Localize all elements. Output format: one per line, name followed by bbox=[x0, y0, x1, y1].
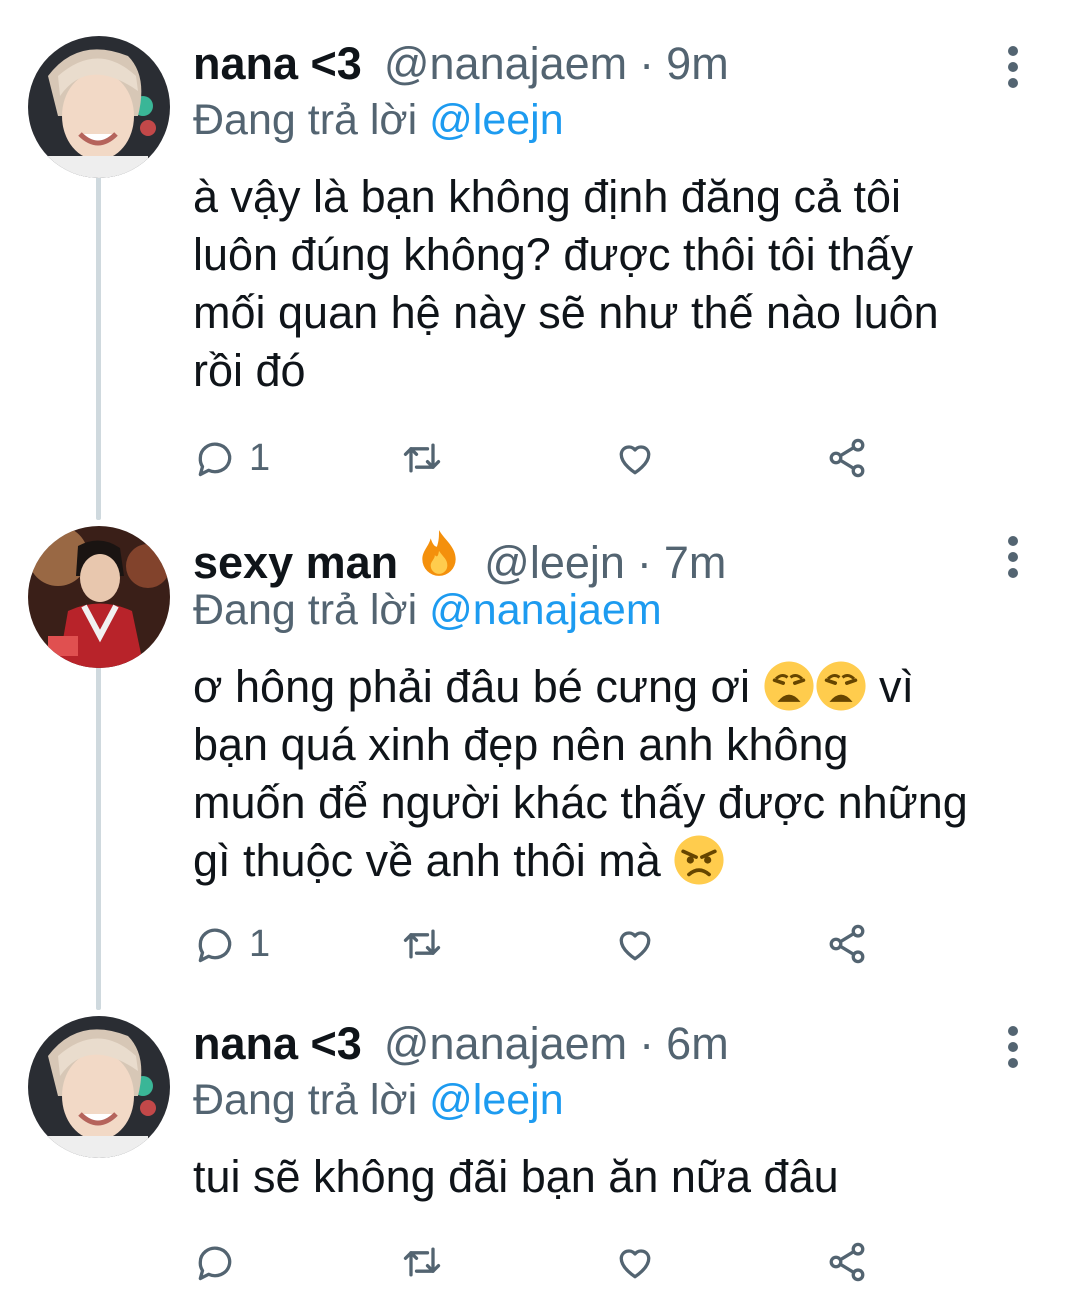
retweet-icon bbox=[403, 443, 441, 473]
tweet-text: tui sẽ không đãi bạn ăn nữa đâu bbox=[193, 1148, 1033, 1206]
tweet-actions bbox=[193, 1236, 893, 1288]
reply-count: 1 bbox=[249, 436, 271, 479]
reply-prefix: Đang trả lời bbox=[193, 586, 418, 634]
angry-face-emoji bbox=[673, 834, 725, 886]
thread-connector bbox=[96, 665, 101, 1010]
reply-icon bbox=[198, 928, 232, 963]
share-button[interactable] bbox=[825, 1236, 869, 1288]
weary-face-emoji bbox=[763, 660, 815, 712]
tweet-text: à vậy là bạn không định đăng cả tôi luôn… bbox=[193, 168, 1033, 400]
reply-icon bbox=[198, 1246, 232, 1281]
tweet-text-line: ơ hông phải đâu bé cưng ơi vì bbox=[193, 658, 1033, 716]
separator-dot: · bbox=[636, 537, 652, 588]
reply-context: Đang trả lời @leejn bbox=[193, 1076, 564, 1125]
tweet-text-line: luôn đúng không? được thôi tôi thấy bbox=[193, 229, 914, 280]
tweet-actions: 1 bbox=[193, 918, 893, 970]
like-button[interactable] bbox=[613, 432, 657, 484]
tweet-text-line: gì thuộc về anh thôi mà bbox=[193, 832, 1033, 890]
tweet-text-line: rồi đó bbox=[193, 345, 306, 396]
retweet-button[interactable] bbox=[400, 1236, 444, 1288]
like-icon bbox=[619, 931, 651, 961]
tweet-text-line: tui sẽ không đãi bạn ăn nữa đâu bbox=[193, 1151, 839, 1202]
tweet-text: ơ hông phải đâu bé cưng ơi vì bạn quá xi… bbox=[193, 658, 1033, 890]
retweet-button[interactable] bbox=[400, 432, 444, 484]
tweet-text-line: bạn quá xinh đẹp nên anh không bbox=[193, 719, 849, 770]
reply-prefix: Đang trả lời bbox=[193, 96, 418, 144]
weary-face-emoji bbox=[815, 660, 867, 712]
avatar[interactable] bbox=[28, 526, 170, 668]
display-name[interactable]: nana <3 bbox=[193, 1018, 362, 1070]
reply-prefix: Đang trả lời bbox=[193, 1076, 418, 1124]
user-handle[interactable]: @nanajaem bbox=[384, 1018, 627, 1070]
reply-button[interactable]: 1 bbox=[193, 918, 270, 970]
share-icon bbox=[829, 438, 865, 478]
timestamp[interactable]: 6m bbox=[666, 1018, 729, 1070]
share-icon bbox=[829, 924, 865, 964]
reply-button[interactable] bbox=[193, 1236, 249, 1288]
timestamp[interactable]: 7m bbox=[664, 537, 727, 589]
separator-dot: · bbox=[639, 1018, 655, 1069]
reply-context: Đang trả lời @leejn bbox=[193, 96, 564, 145]
tweet-text-segment: vì bbox=[866, 661, 915, 712]
reply-icon bbox=[198, 442, 232, 477]
avatar[interactable] bbox=[28, 1016, 170, 1158]
reply-mention-link[interactable]: @leejn bbox=[429, 1076, 564, 1124]
like-icon bbox=[619, 445, 651, 475]
retweet-icon bbox=[403, 1247, 441, 1277]
retweet-button[interactable] bbox=[400, 918, 444, 970]
thread-connector bbox=[96, 172, 101, 520]
tweet-text-line: muốn để người khác thấy được những bbox=[193, 777, 968, 828]
share-button[interactable] bbox=[825, 918, 869, 970]
reply-context: Đang trả lời @nanajaem bbox=[193, 586, 662, 635]
like-button[interactable] bbox=[613, 1236, 657, 1288]
fire-emoji bbox=[416, 528, 462, 578]
tweet-text-segment: gì thuộc về anh thôi mà bbox=[193, 835, 674, 886]
more-icon[interactable] bbox=[1006, 536, 1020, 584]
share-icon bbox=[829, 1242, 865, 1282]
more-icon[interactable] bbox=[1006, 46, 1020, 94]
separator-dot: · bbox=[639, 38, 655, 89]
user-handle[interactable]: @nanajaem bbox=[384, 38, 627, 90]
like-icon bbox=[619, 1249, 651, 1279]
display-name[interactable]: sexy man bbox=[193, 537, 398, 589]
retweet-icon bbox=[403, 929, 441, 959]
reply-mention-link[interactable]: @nanajaem bbox=[429, 586, 662, 634]
tweet-text-line: à vậy là bạn không định đăng cả tôi bbox=[193, 171, 902, 222]
timestamp[interactable]: 9m bbox=[666, 38, 729, 90]
reply-mention-link[interactable]: @leejn bbox=[429, 96, 564, 144]
reply-button[interactable]: 1 bbox=[193, 432, 270, 484]
display-name[interactable]: nana <3 bbox=[193, 38, 362, 90]
tweet-text-segment: ơ hông phải đâu bé cưng ơi bbox=[193, 661, 763, 712]
like-button[interactable] bbox=[613, 918, 657, 970]
more-icon[interactable] bbox=[1006, 1026, 1020, 1074]
user-handle[interactable]: @leejn bbox=[484, 537, 625, 589]
reply-count: 1 bbox=[249, 922, 271, 965]
tweet-actions: 1 bbox=[193, 432, 893, 484]
share-button[interactable] bbox=[825, 432, 869, 484]
tweet-text-line: mối quan hệ này sẽ như thế nào luôn bbox=[193, 287, 939, 338]
avatar[interactable] bbox=[28, 36, 170, 178]
